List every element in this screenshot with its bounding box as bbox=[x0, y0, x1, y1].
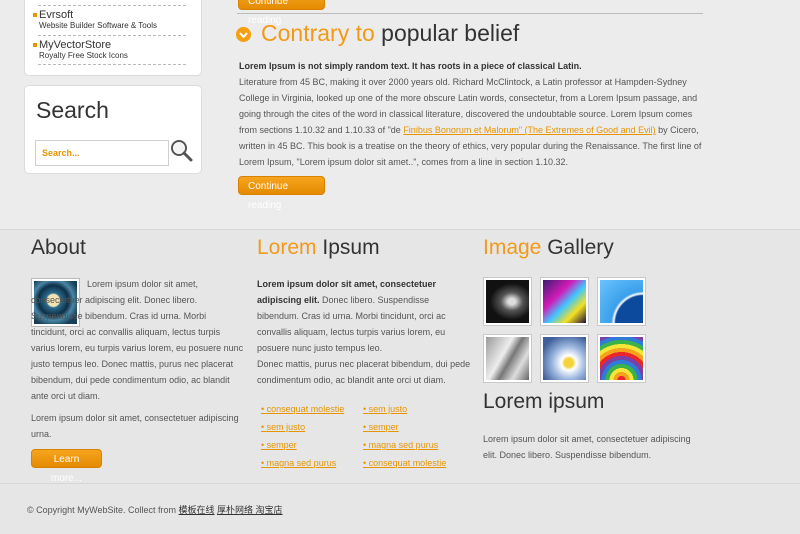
divider bbox=[38, 35, 186, 36]
continue-reading-button[interactable]: Continue reading bbox=[238, 176, 325, 211]
tag-link[interactable]: • semper bbox=[363, 422, 399, 432]
lorem-heading-accent: Lorem bbox=[257, 236, 317, 259]
search-icon[interactable] bbox=[169, 138, 193, 162]
continue-reading-button[interactable]: Continue reading bbox=[238, 0, 325, 26]
divider bbox=[0, 483, 800, 484]
lorem-text-2: Donec mattis, purus nec placerat bibendu… bbox=[257, 359, 471, 385]
about-text-2: Lorem ipsum dolor sit amet, consectetuer… bbox=[31, 413, 239, 439]
gallery-heading-rest: Gallery bbox=[547, 236, 614, 259]
link-description: Website Builder Software & Tools bbox=[39, 21, 157, 30]
copyright: © Copyright MyWebSite. Collect from 模板在线… bbox=[27, 503, 283, 516]
gallery-thumbnail[interactable] bbox=[597, 334, 646, 383]
gallery-thumbnail[interactable] bbox=[540, 334, 589, 383]
tag-link[interactable]: • sem justo bbox=[363, 404, 407, 414]
link-description: Royalty Free Stock Icons bbox=[39, 51, 128, 60]
article-body: Lorem Ipsum is not simply random text. I… bbox=[239, 58, 705, 170]
search-heading: Search bbox=[36, 97, 109, 123]
gallery-subheading: Lorem ipsum bbox=[483, 390, 605, 413]
sponsor-link-evrsoft[interactable]: Evrsoft Website Builder Software & Tools bbox=[33, 9, 187, 30]
footer-link[interactable]: 厚朴网络 淘宝店 bbox=[217, 505, 283, 515]
search-input[interactable] bbox=[35, 140, 169, 166]
tag-link[interactable]: • consequat molestie bbox=[363, 458, 446, 468]
tag-link[interactable]: • consequat molestie bbox=[261, 404, 344, 414]
sponsor-link-myvectorstore[interactable]: MyVectorStore Royalty Free Stock Icons bbox=[33, 39, 187, 60]
tag-link[interactable]: • semper bbox=[261, 440, 297, 450]
gallery-thumbnail[interactable] bbox=[483, 334, 532, 383]
gallery-thumbnail[interactable] bbox=[597, 277, 646, 326]
divider bbox=[38, 5, 186, 6]
gallery-text: Lorem ipsum dolor sit amet, consectetuer… bbox=[483, 434, 691, 460]
divider bbox=[38, 64, 186, 65]
tag-link[interactable]: • sem justo bbox=[261, 422, 305, 432]
link-title[interactable]: Evrsoft bbox=[39, 9, 187, 21]
lorem-heading-rest: Ipsum bbox=[322, 236, 380, 259]
article-title-accent: Contrary to bbox=[261, 20, 375, 46]
tag-link[interactable]: • magna sed purus bbox=[363, 440, 438, 450]
arrow-down-circle-icon bbox=[236, 27, 251, 42]
bullet-icon bbox=[33, 43, 37, 47]
about-heading: About bbox=[31, 236, 86, 259]
learn-more-button[interactable]: Learn more... bbox=[31, 449, 102, 484]
gallery-heading-accent: Image bbox=[483, 236, 542, 259]
gallery-heading: Image Gallery bbox=[483, 236, 614, 260]
lorem-text: Lorem ipsum dolor sit amet, consectetuer… bbox=[257, 276, 473, 388]
divider bbox=[237, 13, 703, 14]
footer-link[interactable]: 模板在线 bbox=[179, 505, 215, 515]
gallery-thumbnail[interactable] bbox=[540, 277, 589, 326]
copyright-text: © Copyright MyWebSite. Collect from bbox=[27, 505, 179, 515]
divider bbox=[0, 229, 800, 230]
about-text: Lorem ipsum dolor sit amet, consectetuer… bbox=[31, 279, 244, 401]
search-panel: Search bbox=[24, 85, 202, 174]
article-title-rest: popular belief bbox=[381, 20, 520, 46]
gallery-thumbnail[interactable] bbox=[483, 277, 532, 326]
article-title: Contrary to popular belief bbox=[261, 20, 519, 47]
article-link[interactable]: Finibus Bonorum et Malorum" (The Extreme… bbox=[403, 125, 655, 135]
tag-link[interactable]: • magna sed purus bbox=[261, 458, 336, 468]
bullet-icon bbox=[33, 13, 37, 17]
lorem-heading: Lorem Ipsum bbox=[257, 236, 380, 260]
link-title[interactable]: MyVectorStore bbox=[39, 39, 187, 51]
article-lead: Lorem Ipsum is not simply random text. I… bbox=[239, 61, 582, 71]
